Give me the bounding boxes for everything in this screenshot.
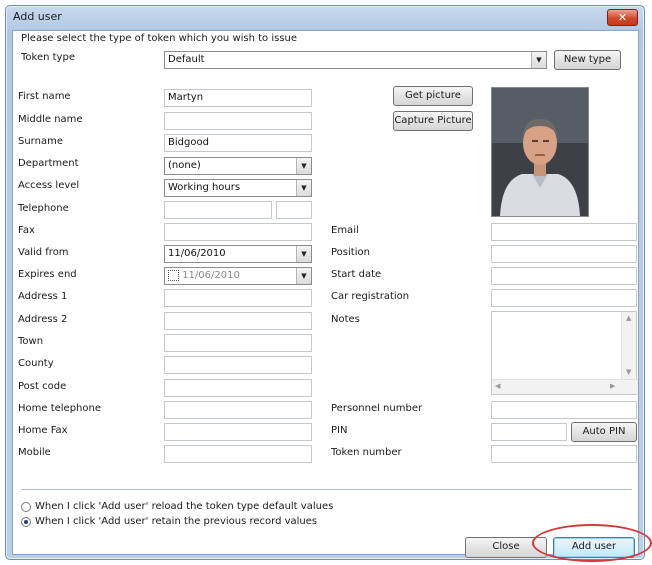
car-registration-label: Car registration <box>331 291 410 302</box>
retain-option-radio[interactable] <box>21 517 31 527</box>
expires-end-date[interactable]: 11/06/2010 ▼ <box>164 267 312 285</box>
scroll-up-icon[interactable]: ▲ <box>626 314 631 322</box>
scroll-down-icon[interactable]: ▼ <box>626 368 631 376</box>
mobile-label: Mobile <box>18 447 51 458</box>
position-field[interactable] <box>491 245 637 263</box>
user-photo <box>491 87 589 217</box>
close-window-icon[interactable]: ✕ <box>607 9 638 26</box>
access-level-select[interactable]: Working hours ▼ <box>164 179 312 197</box>
token-type-select[interactable]: Default ▼ <box>164 51 547 69</box>
surname-field[interactable]: Bidgood <box>164 134 312 152</box>
retain-option-label[interactable]: When I click 'Add user' retain the previ… <box>35 516 317 527</box>
reload-option-label[interactable]: When I click 'Add user' reload the token… <box>35 501 333 512</box>
home-fax-label: Home Fax <box>18 425 68 436</box>
notes-label: Notes <box>331 314 360 325</box>
mobile-field[interactable] <box>164 445 312 463</box>
post-code-label: Post code <box>18 381 67 392</box>
valid-from-value: 11/06/2010 <box>168 248 226 259</box>
home-telephone-label: Home telephone <box>18 403 102 414</box>
county-field[interactable] <box>164 356 312 374</box>
intro-text: Please select the type of token which yo… <box>21 33 298 44</box>
chevron-down-icon[interactable]: ▼ <box>296 268 311 284</box>
department-label: Department <box>18 158 79 169</box>
token-number-field[interactable] <box>491 445 637 463</box>
personnel-number-label: Personnel number <box>331 403 423 414</box>
department-select[interactable]: (none) ▼ <box>164 157 312 175</box>
valid-from-date[interactable]: 11/06/2010 ▼ <box>164 245 312 263</box>
access-level-label: Access level <box>18 180 80 191</box>
first-name-field[interactable]: Martyn <box>164 89 312 107</box>
chevron-down-icon[interactable]: ▼ <box>296 180 311 196</box>
scroll-right-icon[interactable]: ▶ <box>610 382 615 390</box>
chevron-down-icon[interactable]: ▼ <box>296 246 311 262</box>
telephone-label: Telephone <box>18 203 69 214</box>
chevron-down-icon[interactable]: ▼ <box>296 158 311 174</box>
start-date-label: Start date <box>331 269 382 280</box>
portrait-image <box>492 88 588 216</box>
notes-textarea[interactable]: ▲ ▼ ◀ ▶ <box>491 311 638 395</box>
fax-field[interactable] <box>164 223 312 241</box>
capture-picture-button[interactable]: Capture Picture <box>393 111 473 131</box>
middle-name-field[interactable] <box>164 112 312 130</box>
window-title: Add user <box>13 10 62 23</box>
pin-label: PIN <box>331 425 348 436</box>
auto-pin-button[interactable]: Auto PIN <box>571 422 637 442</box>
address2-label: Address 2 <box>18 314 68 325</box>
token-type-label: Token type <box>21 52 75 63</box>
expires-end-label: Expires end <box>18 269 77 280</box>
address1-label: Address 1 <box>18 291 68 302</box>
telephone-field[interactable] <box>164 201 272 219</box>
town-label: Town <box>18 336 44 347</box>
email-field[interactable] <box>491 223 637 241</box>
token-type-value: Default <box>168 54 205 65</box>
chevron-down-icon[interactable]: ▼ <box>531 52 546 68</box>
county-label: County <box>18 358 54 369</box>
pin-field[interactable] <box>491 423 567 441</box>
new-type-button[interactable]: New type <box>554 50 621 70</box>
car-registration-field[interactable] <box>491 289 637 307</box>
expires-end-checkbox[interactable] <box>168 269 179 281</box>
fax-label: Fax <box>18 225 35 236</box>
valid-from-label: Valid from <box>18 247 69 258</box>
surname-label: Surname <box>18 136 63 147</box>
first-name-label: First name <box>18 91 71 102</box>
department-value: (none) <box>168 160 201 171</box>
post-code-field[interactable] <box>164 379 312 397</box>
start-date-field[interactable] <box>491 267 637 285</box>
reload-option-radio[interactable] <box>21 502 31 512</box>
dialog-body: Please select the type of token which yo… <box>12 30 639 558</box>
token-number-label: Token number <box>331 447 402 458</box>
position-label: Position <box>331 247 370 258</box>
add-user-dialog: Add user ✕ Please select the type of tok… <box>5 5 645 560</box>
home-telephone-field[interactable] <box>164 401 312 419</box>
get-picture-button[interactable]: Get picture <box>393 86 473 106</box>
middle-name-label: Middle name <box>18 114 83 125</box>
title-bar[interactable]: Add user ✕ <box>6 6 644 28</box>
access-level-value: Working hours <box>168 182 241 193</box>
scroll-left-icon[interactable]: ◀ <box>495 382 500 390</box>
home-fax-field[interactable] <box>164 423 312 441</box>
notes-vertical-scrollbar[interactable]: ▲ ▼ <box>621 312 636 380</box>
divider <box>21 489 632 491</box>
telephone-extension-field[interactable] <box>276 201 312 219</box>
address1-field[interactable] <box>164 289 312 307</box>
personnel-number-field[interactable] <box>491 401 637 419</box>
town-field[interactable] <box>164 334 312 352</box>
expires-end-value: 11/06/2010 <box>182 270 240 281</box>
highlight-circle <box>532 524 652 562</box>
notes-horizontal-scrollbar[interactable]: ◀ ▶ <box>492 379 638 394</box>
address2-field[interactable] <box>164 312 312 330</box>
email-label: Email <box>331 225 359 236</box>
